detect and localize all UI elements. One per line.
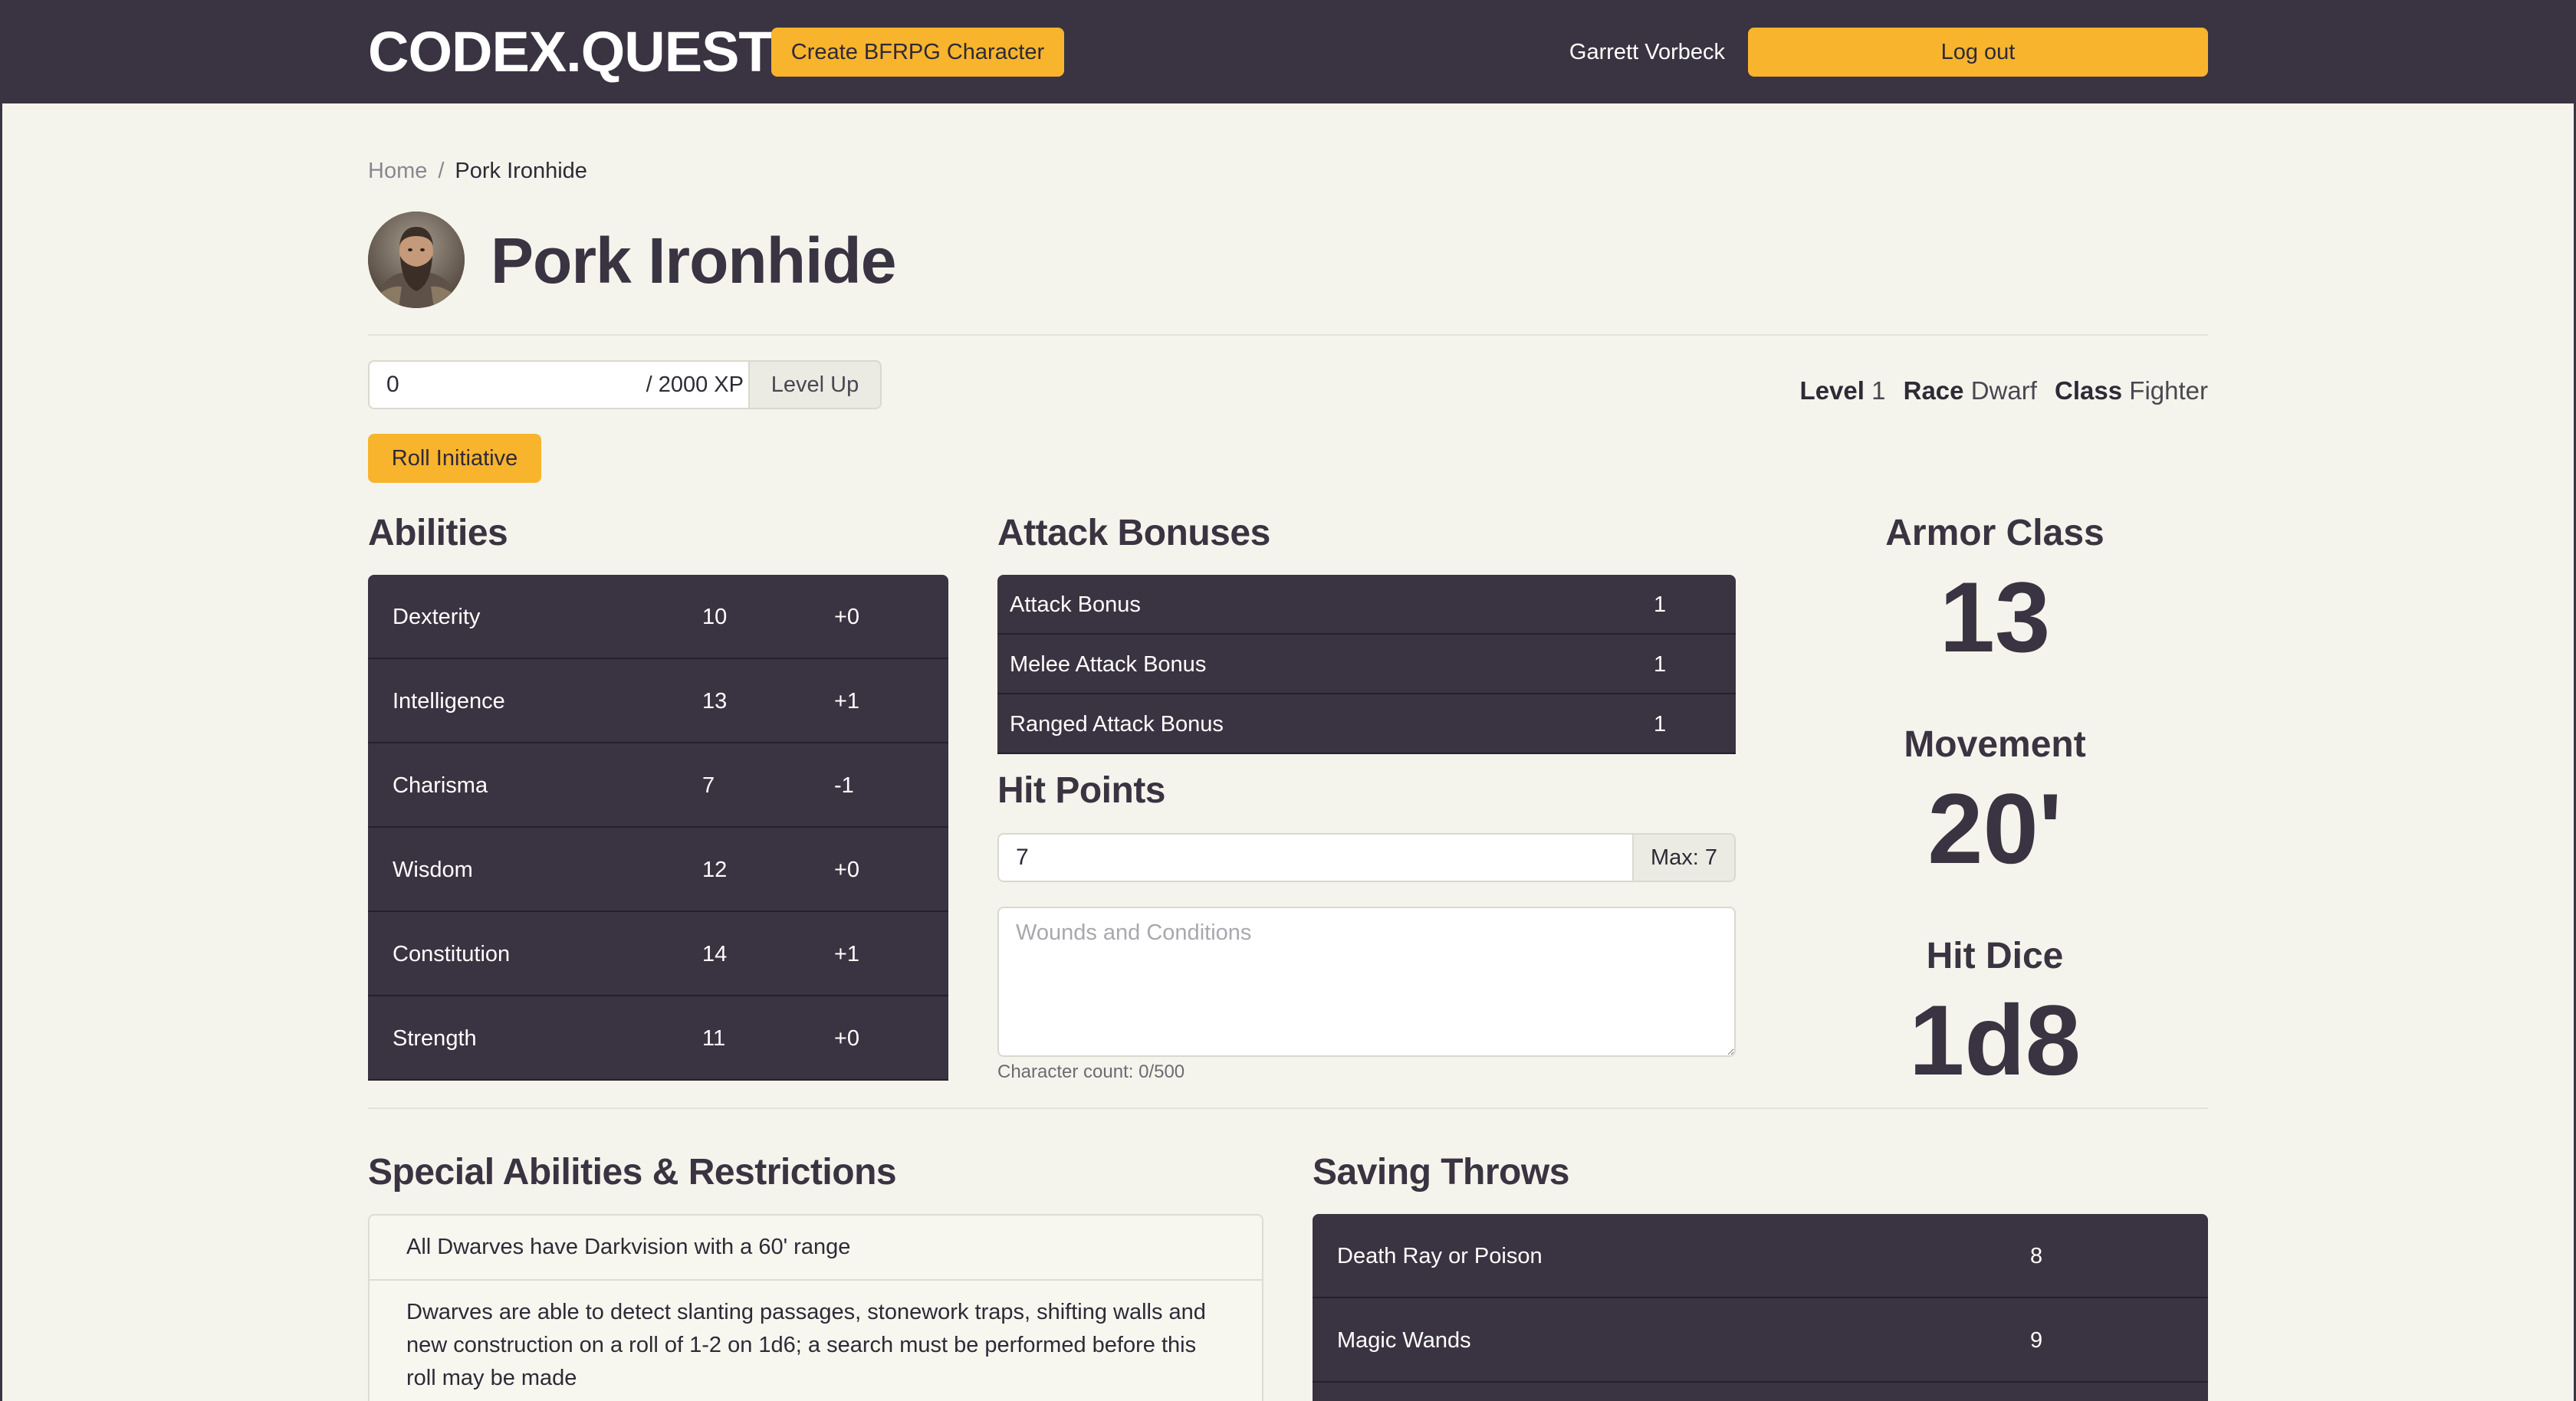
- xp-input-group: / 2000 XP Level Up: [368, 360, 882, 409]
- ability-modifier: +0: [834, 1026, 860, 1051]
- attack-bonus-value: 1: [1654, 712, 1667, 737]
- level-up-button[interactable]: Level Up: [748, 360, 882, 409]
- saving-throw-value: 8: [2030, 1244, 2043, 1268]
- ability-name: Charisma: [393, 773, 488, 798]
- saving-throw-value: 9: [2030, 1328, 2043, 1353]
- table-row: Attack Bonus 1: [997, 575, 1736, 635]
- armor-class-value: 13: [1939, 561, 2051, 673]
- attack-bonus-value: 1: [1654, 592, 1667, 617]
- abilities-heading: Abilities: [368, 513, 508, 553]
- hit-dice-value: 1d8: [1908, 984, 2081, 1096]
- hit-dice-label: Hit Dice: [1926, 936, 2064, 976]
- table-row: Wisdom 12 +0: [368, 828, 948, 912]
- table-row: Dexterity 10 +0: [368, 575, 948, 659]
- page-title: Pork Ironhide: [491, 225, 896, 297]
- table-row: Constitution 14 +1: [368, 912, 948, 996]
- breadcrumb-separator: /: [438, 159, 445, 183]
- table-row: Magic Wands 9: [1313, 1298, 2208, 1383]
- character-count: Character count: 0/500: [997, 1061, 1185, 1082]
- class-value: Fighter: [2129, 376, 2208, 405]
- ability-name: Wisdom: [393, 858, 473, 882]
- attack-bonuses-table: Attack Bonus 1 Melee Attack Bonus 1 Rang…: [997, 575, 1736, 754]
- class-label: Class: [2055, 376, 2123, 405]
- logout-button[interactable]: Log out: [1748, 28, 2208, 77]
- ability-score: 11: [702, 1026, 726, 1051]
- saving-throws-heading: Saving Throws: [1313, 1152, 1569, 1193]
- ability-modifier: +1: [834, 689, 860, 714]
- ability-score: 13: [702, 689, 728, 714]
- level-label: Level: [1799, 376, 1865, 405]
- brand-logo[interactable]: CODEX.QUEST: [368, 23, 774, 81]
- armor-class-label: Armor Class: [1885, 513, 2104, 553]
- ability-name: Intelligence: [393, 689, 505, 714]
- ability-name: Dexterity: [393, 605, 481, 629]
- roll-initiative-button[interactable]: Roll Initiative: [368, 434, 541, 483]
- hit-points-heading: Hit Points: [997, 770, 1166, 811]
- divider: [368, 1107, 2208, 1109]
- character-portrait-icon: [368, 212, 465, 308]
- ability-modifier: +0: [834, 605, 860, 629]
- hit-points-field[interactable]: [997, 833, 1634, 882]
- ability-score: 10: [702, 605, 728, 629]
- table-row: Melee Attack Bonus 1: [997, 635, 1736, 694]
- ability-modifier: -1: [834, 773, 854, 798]
- table-row: Strength 11 +0: [368, 996, 948, 1081]
- movement-value: 20': [1927, 773, 2062, 884]
- race-value: Dwarf: [1970, 376, 2037, 405]
- table-row: Ranged Attack Bonus 1: [997, 694, 1736, 754]
- movement-label: Movement: [1904, 724, 2086, 765]
- ability-score: 14: [702, 942, 728, 966]
- race-label: Race: [1903, 376, 1964, 405]
- ability-modifier: +0: [834, 858, 860, 882]
- level-value: 1: [1871, 376, 1886, 405]
- special-abilities-heading: Special Abilities & Restrictions: [368, 1152, 897, 1193]
- ability-modifier: +1: [834, 942, 860, 966]
- attack-bonus-name: Attack Bonus: [1010, 592, 1141, 617]
- wounds-conditions-textarea[interactable]: [997, 907, 1736, 1057]
- attack-bonuses-heading: Attack Bonuses: [997, 513, 1270, 553]
- abilities-table: Dexterity 10 +0 Intelligence 13 +1 Chari…: [368, 575, 948, 1081]
- attack-bonus-value: 1: [1654, 652, 1667, 677]
- divider: [368, 334, 2208, 336]
- breadcrumb-current: Pork Ironhide: [455, 159, 587, 183]
- user-name: Garrett Vorbeck: [1569, 40, 1725, 64]
- saving-throws-table: Death Ray or Poison 8 Magic Wands 9: [1313, 1214, 2208, 1401]
- table-row: Death Ray or Poison 8: [1313, 1214, 2208, 1298]
- list-item: Dwarves are able to detect slanting pass…: [370, 1281, 1262, 1401]
- table-row: Charisma 7 -1: [368, 743, 948, 828]
- ability-name: Constitution: [393, 942, 511, 966]
- breadcrumb: Home / Pork Ironhide: [368, 156, 587, 186]
- xp-max-label: / 2000 XP: [646, 372, 744, 397]
- hit-points-input-group: Max: 7: [997, 833, 1736, 882]
- create-character-button[interactable]: Create BFRPG Character: [771, 28, 1064, 77]
- attack-bonus-name: Ranged Attack Bonus: [1010, 712, 1224, 737]
- avatar: [368, 212, 465, 308]
- breadcrumb-home-link[interactable]: Home: [368, 159, 427, 183]
- ability-score: 7: [702, 773, 715, 798]
- attack-bonus-name: Melee Attack Bonus: [1010, 652, 1207, 677]
- saving-throw-name: Magic Wands: [1337, 1328, 1471, 1353]
- ability-score: 12: [702, 858, 728, 882]
- saving-throw-name: Death Ray or Poison: [1337, 1244, 1543, 1268]
- hit-points-max: Max: 7: [1634, 833, 1736, 882]
- character-summary: Level 1 Race Dwarf Class Fighter: [1800, 374, 2208, 408]
- top-navbar: CODEX.QUEST Create BFRPG Character Garre…: [0, 0, 2576, 103]
- special-abilities-list: All Dwarves have Darkvision with a 60' r…: [368, 1214, 1263, 1401]
- ability-name: Strength: [393, 1026, 477, 1051]
- list-item: All Dwarves have Darkvision with a 60' r…: [370, 1216, 1262, 1281]
- table-row: Intelligence 13 +1: [368, 659, 948, 743]
